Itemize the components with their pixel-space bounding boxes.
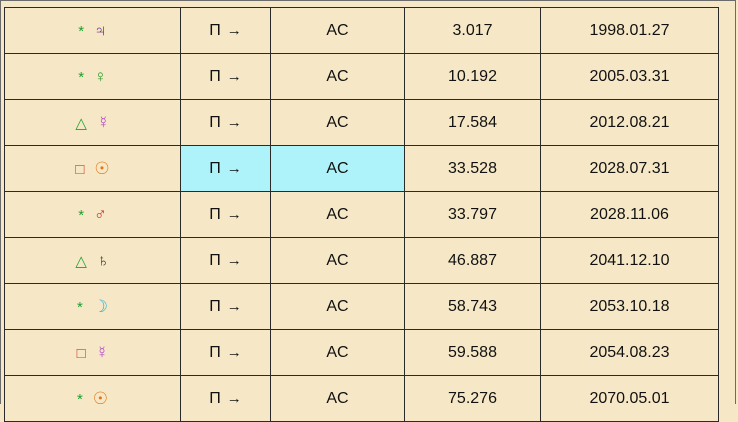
arc-cell[interactable]: 33.797 bbox=[404, 191, 541, 238]
aspect-cell[interactable]: □ ☿ bbox=[4, 329, 181, 376]
direction-cell[interactable]: Π → bbox=[180, 53, 271, 100]
trine-icon: △ bbox=[75, 114, 87, 132]
arrow-right-icon: → bbox=[226, 21, 242, 39]
sextile-icon: * bbox=[76, 298, 83, 316]
arc-cell[interactable]: 59.588 bbox=[404, 329, 541, 376]
arrow-right-icon: → bbox=[226, 159, 242, 177]
table-row[interactable]: * ☉ Π → AC 75.276 2070.05.01 bbox=[4, 375, 719, 422]
arrow-right-icon: → bbox=[226, 205, 242, 223]
date-cell[interactable]: 2005.03.31 bbox=[540, 53, 719, 100]
arc-cell[interactable]: 3.017 bbox=[404, 7, 541, 54]
mercury-icon: ☿ bbox=[96, 112, 110, 132]
venus-icon: ♀ bbox=[94, 66, 107, 86]
direction-cell[interactable]: Π → bbox=[180, 237, 271, 284]
angle-cell[interactable]: AC bbox=[270, 7, 405, 54]
angle-cell[interactable]: AC bbox=[270, 375, 405, 422]
date-cell[interactable]: 1998.01.27 bbox=[540, 7, 719, 54]
sextile-icon: * bbox=[78, 206, 85, 224]
direction-label: Π bbox=[209, 297, 221, 315]
date-cell[interactable]: 2054.08.23 bbox=[540, 329, 719, 376]
direction-cell[interactable]: Π → bbox=[180, 329, 271, 376]
table-row[interactable]: * ♂ Π → AC 33.797 2028.11.06 bbox=[4, 191, 719, 238]
direction-label: Π bbox=[209, 205, 221, 223]
table-row[interactable]: * ♀ Π → AC 10.192 2005.03.31 bbox=[4, 53, 719, 100]
date-cell[interactable]: 2028.11.06 bbox=[540, 191, 719, 238]
arc-cell[interactable]: 33.528 bbox=[404, 145, 541, 192]
saturn-icon: ♄ bbox=[96, 250, 110, 270]
sextile-icon: * bbox=[78, 22, 85, 40]
sextile-icon: * bbox=[76, 390, 83, 408]
mercury-icon: ☿ bbox=[95, 342, 109, 362]
trine-icon: △ bbox=[75, 252, 87, 270]
direction-label: Π bbox=[209, 21, 221, 39]
aspect-cell[interactable]: * ♀ bbox=[4, 53, 181, 100]
arrow-right-icon: → bbox=[226, 343, 242, 361]
arrow-right-icon: → bbox=[226, 67, 242, 85]
table-row[interactable]: △ ☿ Π → AC 17.584 2012.08.21 bbox=[4, 99, 719, 146]
square-icon: □ bbox=[75, 160, 85, 178]
angle-cell[interactable]: AC bbox=[270, 329, 405, 376]
date-cell[interactable]: 2012.08.21 bbox=[540, 99, 719, 146]
direction-label: Π bbox=[209, 343, 221, 361]
arrow-right-icon: → bbox=[226, 113, 242, 131]
square-icon: □ bbox=[76, 344, 86, 362]
aspect-cell[interactable]: □ ☉ bbox=[4, 145, 181, 192]
table-row[interactable]: * ☽ Π → AC 58.743 2053.10.18 bbox=[4, 283, 719, 330]
direction-label: Π bbox=[209, 113, 221, 131]
direction-cell[interactable]: Π → bbox=[180, 99, 271, 146]
table-row[interactable]: * ♃ Π → AC 3.017 1998.01.27 bbox=[4, 7, 719, 54]
aspect-cell[interactable]: △ ♄ bbox=[4, 237, 181, 284]
aspect-cell[interactable]: △ ☿ bbox=[4, 99, 181, 146]
aspect-cell[interactable]: * ☉ bbox=[4, 375, 181, 422]
arc-cell[interactable]: 46.887 bbox=[404, 237, 541, 284]
direction-cell[interactable]: Π → bbox=[180, 375, 271, 422]
table-row[interactable]: △ ♄ Π → AC 46.887 2041.12.10 bbox=[4, 237, 719, 284]
arc-cell[interactable]: 75.276 bbox=[404, 375, 541, 422]
table-row[interactable]: □ ☿ Π → AC 59.588 2054.08.23 bbox=[4, 329, 719, 376]
date-cell[interactable]: 2028.07.31 bbox=[540, 145, 719, 192]
moon-icon: ☽ bbox=[92, 296, 109, 316]
direction-label: Π bbox=[209, 251, 221, 269]
aspect-cell[interactable]: * ♃ bbox=[4, 7, 181, 54]
aspect-cell[interactable]: * ♂ bbox=[4, 191, 181, 238]
direction-label: Π bbox=[209, 67, 221, 85]
angle-cell[interactable]: AC bbox=[270, 191, 405, 238]
direction-cell[interactable]: Π → bbox=[180, 283, 271, 330]
mars-icon: ♂ bbox=[94, 204, 107, 224]
direction-label: Π bbox=[209, 159, 221, 177]
arc-cell[interactable]: 10.192 bbox=[404, 53, 541, 100]
angle-cell[interactable]: AC bbox=[270, 99, 405, 146]
date-cell[interactable]: 2070.05.01 bbox=[540, 375, 719, 422]
table-row-selected[interactable]: □ ☉ Π → AC 33.528 2028.07.31 bbox=[4, 145, 719, 192]
angle-cell[interactable]: AC bbox=[270, 283, 405, 330]
arrow-right-icon: → bbox=[226, 251, 242, 269]
sun-icon: ☉ bbox=[94, 158, 110, 178]
arc-cell[interactable]: 17.584 bbox=[404, 99, 541, 146]
date-cell[interactable]: 2041.12.10 bbox=[540, 237, 719, 284]
angle-cell[interactable]: AC bbox=[270, 53, 405, 100]
sun-icon: ☉ bbox=[92, 388, 109, 408]
direction-cell[interactable]: Π → bbox=[180, 7, 271, 54]
direction-cell-selected[interactable]: Π → bbox=[180, 145, 271, 192]
date-cell[interactable]: 2053.10.18 bbox=[540, 283, 719, 330]
arc-cell[interactable]: 58.743 bbox=[404, 283, 541, 330]
angle-cell[interactable]: AC bbox=[270, 237, 405, 284]
angle-cell-selected[interactable]: AC bbox=[270, 145, 405, 192]
aspect-cell[interactable]: * ☽ bbox=[4, 283, 181, 330]
sextile-icon: * bbox=[78, 68, 85, 86]
primary-directions-table: * ♃ Π → AC 3.017 1998.01.27 * ♀ Π → AC 10.19… bbox=[4, 7, 719, 422]
direction-cell[interactable]: Π → bbox=[180, 191, 271, 238]
arrow-right-icon: → bbox=[226, 297, 242, 315]
jupiter-icon: ♃ bbox=[94, 20, 107, 40]
